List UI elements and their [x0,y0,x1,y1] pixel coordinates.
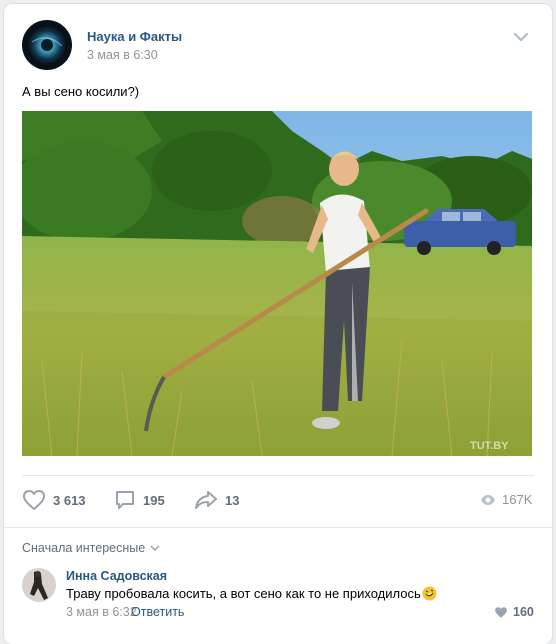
views-count: 167K [502,492,533,507]
post-author[interactable]: Наука и Факты [87,29,182,44]
group-avatar[interactable] [22,20,72,70]
comment-text-body: Траву пробовала косить, а вот сено как т… [66,586,421,601]
heart-icon [23,490,45,510]
rofl-emoji-icon [422,586,437,601]
comment-icon [116,491,134,509]
commenter-avatar[interactable] [22,568,56,602]
eye-icon [481,494,495,505]
comment-date: 3 мая в 6:32 [66,605,137,619]
share-icon [195,491,217,509]
likes-count: 3 613 [53,492,86,508]
heart-icon [495,606,507,618]
comments-sort-dropdown[interactable]: Сначала интересные [22,541,161,555]
divider [22,475,534,476]
like-button[interactable]: 3 613 [22,488,86,512]
comment-text: Траву пробовала косить, а вот сено как т… [66,586,437,601]
views-counter: 167K [480,492,532,507]
post-card: Наука и Факты 3 мая в 6:30 А вы сено кос… [4,4,552,644]
comment-author[interactable]: Инна Садовская [66,569,167,583]
comment-likes-count: 160 [513,605,534,619]
comments-count: 195 [143,492,165,508]
shares-count: 13 [225,492,240,508]
comment-like-button[interactable]: 160 [494,605,534,619]
divider [4,527,552,528]
photo-watermark: TUT.BY [470,440,509,452]
post-photo[interactable]: TUT.BY [22,111,532,456]
chevron-down-icon [150,545,160,552]
post-date[interactable]: 3 мая в 6:30 [87,48,158,62]
comment-button[interactable]: 195 [114,488,165,512]
chevron-down-icon[interactable] [512,30,530,44]
post-text: А вы сено косили?) [22,84,140,99]
share-button[interactable]: 13 [194,488,239,512]
sort-label: Сначала интересные [22,541,146,555]
reply-button[interactable]: Ответить [131,605,184,619]
